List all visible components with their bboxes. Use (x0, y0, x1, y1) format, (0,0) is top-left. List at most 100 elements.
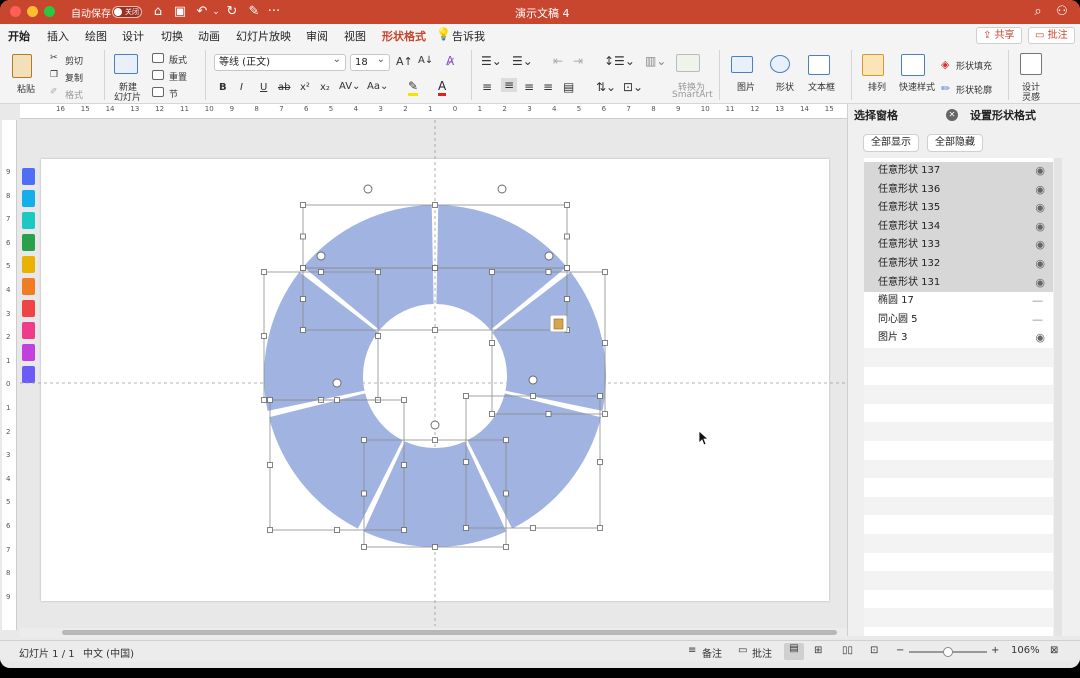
reading-view-icon[interactable]: ▯▯ (842, 645, 853, 656)
selection-list-item[interactable]: 同心圆 5 — (864, 311, 1053, 330)
font-size-select[interactable]: 18 (350, 52, 390, 71)
shape-icon[interactable] (770, 55, 790, 73)
tab-animations[interactable]: 动画 (198, 28, 220, 44)
section-icon[interactable] (152, 87, 164, 97)
tab-format-shape[interactable]: 设置形状格式 (970, 107, 1036, 123)
textbox-icon[interactable] (808, 55, 830, 75)
notes-icon[interactable]: ≡ (688, 645, 696, 656)
palette-swatch[interactable] (22, 190, 35, 207)
tab-tell-me[interactable]: 告诉我 (452, 28, 485, 44)
palette-swatch[interactable] (22, 322, 35, 339)
reset-label[interactable]: 重置 (169, 70, 187, 83)
scrollbar-thumb[interactable] (62, 630, 837, 635)
account-icon[interactable]: ⚇ (1054, 3, 1070, 21)
underline-button[interactable]: U (260, 82, 267, 93)
shape-fill-label[interactable]: 形状填充 (956, 59, 992, 72)
paste-icon[interactable] (12, 54, 32, 78)
hide-all-button[interactable]: 全部隐藏 (927, 134, 983, 152)
designer-icon[interactable] (1020, 53, 1042, 75)
zoom-slider[interactable] (909, 647, 987, 657)
notes-button[interactable]: 备注 (702, 645, 722, 660)
change-case-icon[interactable]: Aa⌄ (367, 81, 388, 92)
fit-slide-icon[interactable]: ⊠ (1050, 645, 1058, 656)
minimize-window-button[interactable] (27, 6, 38, 17)
italic-button[interactable]: I (240, 82, 243, 93)
selection-list-item[interactable]: 椭圆 17 — (864, 292, 1053, 311)
hidden-dash-icon[interactable]: — (1032, 311, 1043, 329)
numbering-icon[interactable]: ☰⌄ (512, 54, 533, 68)
increase-font-icon[interactable]: A↑ (396, 55, 413, 68)
edit-icon[interactable]: ✎ (246, 3, 262, 21)
superscript-button[interactable]: x² (300, 82, 310, 93)
autosave-toggle[interactable]: 关闭 (112, 6, 142, 18)
slide-sorter-icon[interactable]: ⊞ (814, 645, 822, 656)
line-spacing-icon[interactable]: ↕☰⌄ (604, 54, 635, 68)
scissors-icon[interactable]: ✂ (50, 53, 58, 63)
palette-swatch[interactable] (22, 278, 35, 295)
comments-button[interactable]: ▭ 批注 (1028, 27, 1075, 44)
redo-icon[interactable]: ↻ (224, 3, 240, 21)
palette-swatch[interactable] (22, 300, 35, 317)
selection-list-item[interactable]: 任意形状 137 ◉ (864, 162, 1053, 181)
quick-style-icon[interactable] (901, 54, 925, 76)
slide[interactable] (41, 159, 829, 601)
selection-list-item[interactable]: 任意形状 133 ◉ (864, 236, 1053, 255)
tab-selection-pane[interactable]: 选择窗格 (854, 107, 898, 123)
visibility-eye-icon[interactable]: ◉ (1035, 218, 1045, 236)
layout-label[interactable]: 版式 (169, 53, 187, 66)
tab-slideshow[interactable]: 幻灯片放映 (236, 28, 291, 44)
palette-swatch[interactable] (22, 234, 35, 251)
close-pane-icon[interactable]: ✕ (946, 109, 958, 121)
font-color-icon[interactable]: A (438, 79, 447, 96)
picture-icon[interactable] (731, 56, 753, 73)
comments-icon[interactable]: ▭ (738, 645, 747, 656)
selection-list-item[interactable]: 图片 3 ◉ (864, 329, 1053, 348)
language-indicator[interactable]: 中文 (中国) (83, 645, 134, 660)
layout-icon[interactable] (152, 53, 164, 63)
char-spacing-icon[interactable]: AV⌄ (339, 81, 360, 92)
section-label[interactable]: 节 (169, 87, 178, 100)
visibility-eye-icon[interactable]: ◉ (1035, 181, 1045, 199)
bullets-icon[interactable]: ☰⌄ (481, 54, 502, 68)
strikethrough-button[interactable]: ab (278, 82, 290, 93)
more-icon[interactable]: ··· (266, 3, 282, 21)
visibility-eye-icon[interactable]: ◉ (1035, 236, 1045, 254)
align-text-icon[interactable]: ⊡⌄ (623, 80, 643, 94)
palette-swatch[interactable] (22, 366, 35, 383)
outline-pen-icon[interactable]: ✏ (941, 82, 950, 95)
tab-draw[interactable]: 绘图 (85, 28, 107, 44)
fill-bucket-icon[interactable]: ◈ (941, 58, 949, 71)
close-window-button[interactable] (10, 6, 21, 17)
decrease-indent-icon[interactable]: ⇤ (553, 54, 563, 68)
horizontal-scrollbar[interactable] (20, 628, 847, 638)
decrease-font-icon[interactable]: A↓ (418, 55, 433, 66)
arrange-icon[interactable] (862, 54, 884, 76)
zoom-slider-knob[interactable] (943, 647, 953, 657)
visibility-eye-icon[interactable]: ◉ (1035, 274, 1045, 292)
shape-outline-label[interactable]: 形状轮廓 (956, 83, 992, 96)
palette-swatch[interactable] (22, 256, 35, 273)
home-icon[interactable]: ⌂ (150, 3, 166, 21)
undo-dropdown-icon[interactable]: ⌄ (208, 3, 224, 21)
hidden-dash-icon[interactable]: — (1032, 292, 1043, 310)
tab-home[interactable]: 开始 (8, 28, 30, 49)
slideshow-icon[interactable]: ⊡ (870, 645, 878, 656)
save-icon[interactable]: ▣ (172, 3, 188, 21)
palette-swatch[interactable] (22, 344, 35, 361)
new-slide-icon[interactable] (114, 54, 138, 74)
copy-icon[interactable]: ❐ (50, 70, 58, 80)
highlight-icon[interactable]: ✎ (408, 79, 419, 96)
normal-view-icon[interactable]: ▤ (784, 643, 804, 660)
zoom-in-icon[interactable]: + (991, 645, 999, 656)
palette-swatch[interactable] (22, 212, 35, 229)
reset-icon[interactable] (152, 70, 164, 80)
text-direction-icon[interactable]: ⇅⌄ (596, 80, 616, 94)
share-button[interactable]: ⇪ 共享 (976, 27, 1022, 44)
search-icon[interactable]: ⌕ (1030, 3, 1046, 21)
columns-icon[interactable]: ▥⌄ (645, 54, 666, 68)
show-all-button[interactable]: 全部显示 (863, 134, 919, 152)
align-right-icon[interactable]: ≡ (524, 80, 534, 94)
tab-insert[interactable]: 插入 (47, 28, 69, 44)
zoom-window-button[interactable] (44, 6, 55, 17)
zoom-out-icon[interactable]: − (896, 645, 904, 656)
